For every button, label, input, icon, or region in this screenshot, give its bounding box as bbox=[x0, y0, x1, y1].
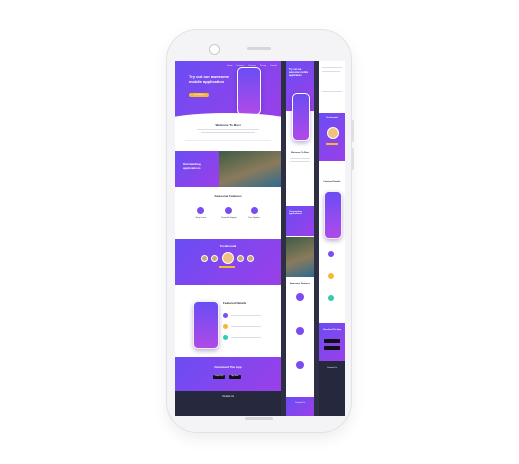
partner-logos bbox=[185, 140, 271, 141]
detail-icon bbox=[328, 251, 334, 257]
text-line bbox=[290, 158, 310, 159]
download-title: Download The App bbox=[214, 365, 242, 369]
avatar[interactable] bbox=[247, 255, 254, 262]
download-band bbox=[175, 357, 281, 391]
feature-icon bbox=[197, 207, 204, 214]
person-photo bbox=[219, 151, 281, 187]
feature-label: Easy to use bbox=[195, 217, 207, 219]
footer-title: Contact Us bbox=[327, 367, 337, 369]
feature-icon bbox=[251, 207, 258, 214]
features-title: Awesome Features bbox=[214, 194, 242, 198]
mobile-layout-page: Try out our awesome mobile application W… bbox=[286, 61, 314, 416]
detail-icon bbox=[223, 313, 228, 318]
nav-item[interactable]: Home bbox=[227, 65, 232, 69]
avatar[interactable] bbox=[211, 255, 218, 262]
detail-icon bbox=[328, 273, 334, 279]
google-play-button[interactable]: Google Play bbox=[213, 375, 225, 379]
desktop-layout-page: Home Features Reviews Pricing Contact Tr… bbox=[175, 61, 281, 416]
camera-icon bbox=[209, 44, 220, 55]
feature-label: Free Update bbox=[248, 217, 260, 219]
text-line bbox=[197, 129, 259, 130]
avatar[interactable] bbox=[237, 255, 244, 262]
feature-icon bbox=[296, 327, 304, 335]
volume-button bbox=[351, 120, 354, 142]
features-title: Awesome Features bbox=[290, 283, 310, 285]
text-line bbox=[290, 161, 310, 162]
feature-icon bbox=[296, 293, 304, 301]
person-photo bbox=[286, 237, 314, 277]
text-line bbox=[231, 326, 261, 327]
footer-title: Contact Us bbox=[295, 402, 305, 404]
phone-mockup bbox=[324, 191, 342, 239]
phone-mockup bbox=[193, 301, 219, 349]
top-navigation: Home Features Reviews Pricing Contact bbox=[179, 65, 277, 69]
rating-stars bbox=[219, 266, 235, 268]
text-line bbox=[322, 91, 342, 92]
hero-section: Home Features Reviews Pricing Contact Tr… bbox=[175, 61, 281, 129]
phone-mockup bbox=[237, 67, 261, 115]
text-line bbox=[322, 71, 340, 72]
get-started-button[interactable]: Get Started bbox=[189, 93, 209, 97]
home-indicator bbox=[245, 417, 273, 420]
testimonial-title: Testimonial bbox=[326, 117, 338, 119]
avatar-active[interactable] bbox=[222, 252, 234, 264]
footer-title: Contact Us bbox=[222, 395, 234, 398]
text-line bbox=[231, 337, 261, 338]
testimonial-title: Testimonial bbox=[219, 244, 237, 248]
phone-mockup bbox=[292, 93, 310, 141]
download-title: Download The App bbox=[322, 329, 342, 331]
footer bbox=[319, 361, 345, 416]
feature-icon bbox=[225, 207, 232, 214]
rating-stars bbox=[326, 143, 338, 145]
text-line bbox=[201, 132, 255, 133]
app-store-button[interactable] bbox=[324, 346, 340, 350]
detail-icon bbox=[223, 335, 228, 340]
welcome-title: Welcome To Mosi bbox=[290, 152, 310, 154]
power-button bbox=[351, 148, 354, 170]
detail-icon bbox=[223, 324, 228, 329]
nav-item[interactable]: Pricing bbox=[260, 65, 266, 69]
testing-title: Outstanding applications bbox=[183, 162, 201, 170]
mobile-layout-page: Testimonial Featured Details Download Th… bbox=[319, 61, 345, 416]
text-line bbox=[231, 315, 261, 316]
testing-title: Outstanding applications bbox=[289, 211, 302, 215]
hero-title: Try out our awesome mobile application bbox=[289, 68, 309, 77]
speaker-grill bbox=[247, 47, 271, 50]
avatar-active[interactable] bbox=[327, 127, 339, 139]
detail-icon bbox=[328, 295, 334, 301]
google-play-button[interactable] bbox=[324, 339, 340, 343]
text-line bbox=[322, 67, 342, 68]
feature-label: Powerful Support bbox=[221, 217, 237, 219]
welcome-title: Welcome To Mosi bbox=[215, 123, 241, 127]
phone-screen: Home Features Reviews Pricing Contact Tr… bbox=[175, 61, 345, 416]
hero-title: Try out our awesome mobile application bbox=[189, 74, 230, 84]
featured-title: Featured Details bbox=[323, 181, 341, 183]
featured-title: Featured Details bbox=[223, 301, 247, 305]
nav-item[interactable]: Contact bbox=[270, 65, 277, 69]
app-store-button[interactable]: App Store bbox=[229, 375, 241, 379]
feature-icon bbox=[296, 361, 304, 369]
footer-band bbox=[286, 397, 314, 416]
avatar[interactable] bbox=[201, 255, 208, 262]
